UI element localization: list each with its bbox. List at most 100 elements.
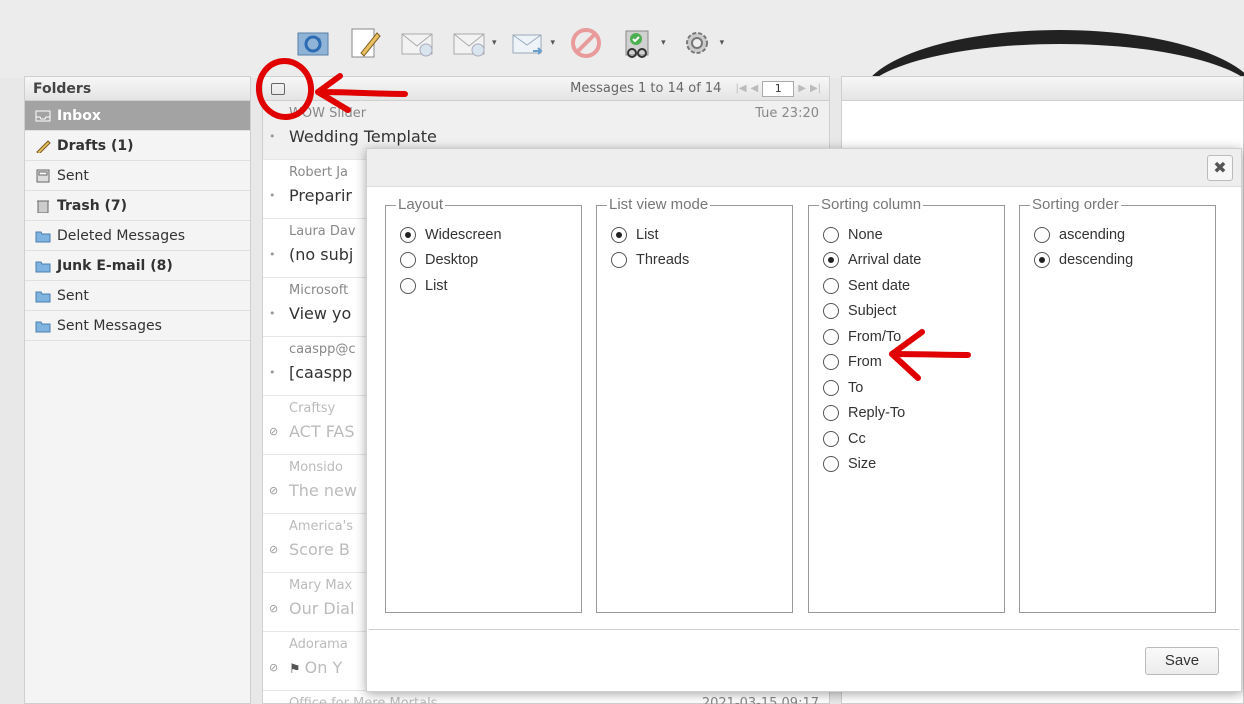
layout-option[interactable]: Desktop (400, 248, 581, 274)
folder-deleted-messages[interactable]: Deleted Messages (25, 221, 250, 251)
preview-header (842, 77, 1243, 101)
radio-button[interactable] (1034, 226, 1050, 243)
radio-button[interactable] (823, 456, 839, 473)
sorting-column-option[interactable]: Arrival date (823, 248, 1004, 274)
forward-dropdown-icon[interactable]: ▾ (551, 38, 556, 48)
unread-dot-icon: • (269, 307, 276, 320)
sorting-column-option[interactable]: To (823, 375, 1004, 401)
deleted-icon: ⊘ (269, 484, 279, 497)
save-button[interactable]: Save (1145, 647, 1219, 675)
folder-junk[interactable]: Junk E-mail (8) (25, 251, 250, 281)
radio-button[interactable] (823, 303, 839, 320)
radio-button[interactable] (400, 226, 416, 243)
folder-sent[interactable]: Sent (25, 161, 250, 191)
radio-button[interactable] (823, 252, 839, 269)
radio-button[interactable] (823, 430, 839, 447)
unread-dot-icon: • (269, 130, 276, 143)
unread-dot-icon: • (269, 248, 276, 261)
layout-option[interactable]: Widescreen (400, 222, 581, 248)
reply-all-icon[interactable] (448, 22, 490, 64)
page-number-input[interactable] (762, 80, 795, 97)
deleted-icon: ⊘ (269, 425, 279, 438)
last-page-icon[interactable]: ▶| (810, 83, 821, 94)
radio-button[interactable] (611, 252, 627, 269)
sorting-order-option[interactable]: ascending (1034, 222, 1215, 248)
folder-inbox[interactable]: Inbox (25, 101, 250, 131)
radio-button[interactable] (1034, 252, 1050, 269)
mark-icon[interactable] (617, 22, 659, 64)
reply-icon[interactable] (396, 22, 438, 64)
radio-button[interactable] (823, 405, 839, 422)
list-view-mode-option[interactable]: List (611, 222, 792, 248)
reply-all-dropdown-icon[interactable]: ▾ (492, 38, 497, 48)
message-row[interactable]: Office for Mere Mortals 2021-03-15 09:17 (263, 691, 829, 704)
radio-label: descending (1059, 252, 1134, 269)
sorting-column-option[interactable]: From/To (823, 324, 1004, 350)
message-from: Adorama (289, 637, 348, 652)
radio-button[interactable] (823, 226, 839, 243)
mark-dropdown-icon[interactable]: ▾ (661, 38, 666, 48)
deleted-icon: ⊘ (269, 661, 279, 674)
message-subject: ACT FAS (289, 422, 355, 441)
radio-label: None (848, 226, 883, 243)
radio-button[interactable] (823, 277, 839, 294)
radio-button[interactable] (823, 328, 839, 345)
settings-gear-icon[interactable] (676, 22, 718, 64)
radio-label: Size (848, 456, 877, 473)
prev-page-icon[interactable]: ◀ (751, 83, 759, 94)
message-subject: (no subj (289, 245, 354, 264)
message-subject: Preparir (289, 186, 352, 205)
sorting-column-option[interactable]: Subject (823, 299, 1004, 325)
radio-label: Subject (848, 303, 897, 320)
next-page-icon[interactable]: ▶ (798, 83, 806, 94)
deleted-icon: ⊘ (269, 543, 279, 556)
radio-button[interactable] (611, 226, 627, 243)
sorting-order-option[interactable]: descending (1034, 248, 1215, 274)
sorting-column-option[interactable]: Sent date (823, 273, 1004, 299)
settings-dropdown-icon[interactable]: ▾ (720, 38, 725, 48)
compose-icon[interactable] (344, 22, 386, 64)
sorting-column-option[interactable]: Reply-To (823, 401, 1004, 427)
main-toolbar: ▾ ▾ ▾ ▾ (292, 18, 724, 68)
sorting-column-option[interactable]: From (823, 350, 1004, 376)
radio-label: Cc (848, 430, 866, 447)
delete-icon[interactable] (565, 22, 607, 64)
folder-sent-2[interactable]: Sent (25, 281, 250, 311)
list-options-icon[interactable] (271, 82, 285, 95)
folder-trash[interactable]: Trash (7) (25, 191, 250, 221)
list-view-mode-option[interactable]: Threads (611, 248, 792, 274)
radio-button[interactable] (400, 277, 416, 294)
radio-label: From (848, 354, 882, 371)
sorting-column-option[interactable]: Size (823, 452, 1004, 478)
folder-icon (35, 319, 51, 333)
unread-dot-icon: • (269, 189, 276, 202)
sorting-column-option[interactable]: None (823, 222, 1004, 248)
layout-option[interactable]: List (400, 273, 581, 299)
radio-label: Arrival date (848, 252, 922, 269)
sorting-column-option[interactable]: Cc (823, 426, 1004, 452)
message-subject: [caaspp (289, 363, 353, 382)
message-from: Microsoft (289, 283, 349, 298)
radio-button[interactable] (823, 354, 839, 371)
folder-sent-messages[interactable]: Sent Messages (25, 311, 250, 341)
forward-icon[interactable] (507, 22, 549, 64)
folder-drafts[interactable]: Drafts (1) (25, 131, 250, 161)
message-date: 2021-03-15 09:17 (701, 696, 819, 704)
message-subject: View yo (289, 304, 352, 323)
radio-button[interactable] (823, 379, 839, 396)
close-icon[interactable]: ✖ (1207, 155, 1233, 181)
message-count: Messages 1 to 14 of 14 (570, 81, 722, 96)
radio-label: ascending (1059, 226, 1126, 243)
first-page-icon[interactable]: |◀ (735, 83, 746, 94)
layout-fieldset: Layout Widescreen Desktop List (385, 196, 582, 613)
refresh-icon[interactable] (292, 22, 334, 64)
radio-button[interactable] (400, 252, 416, 269)
message-from: WOW Slider (289, 106, 367, 121)
folder-icon (35, 229, 51, 243)
message-list-header: Messages 1 to 14 of 14 |◀ ◀ ▶ ▶| (263, 77, 829, 101)
layout-legend: Layout (396, 196, 446, 213)
unread-dot-icon: • (269, 366, 276, 379)
radio-label: To (848, 379, 864, 396)
folders-header: Folders (25, 77, 250, 101)
folder-label: Deleted Messages (57, 227, 185, 244)
